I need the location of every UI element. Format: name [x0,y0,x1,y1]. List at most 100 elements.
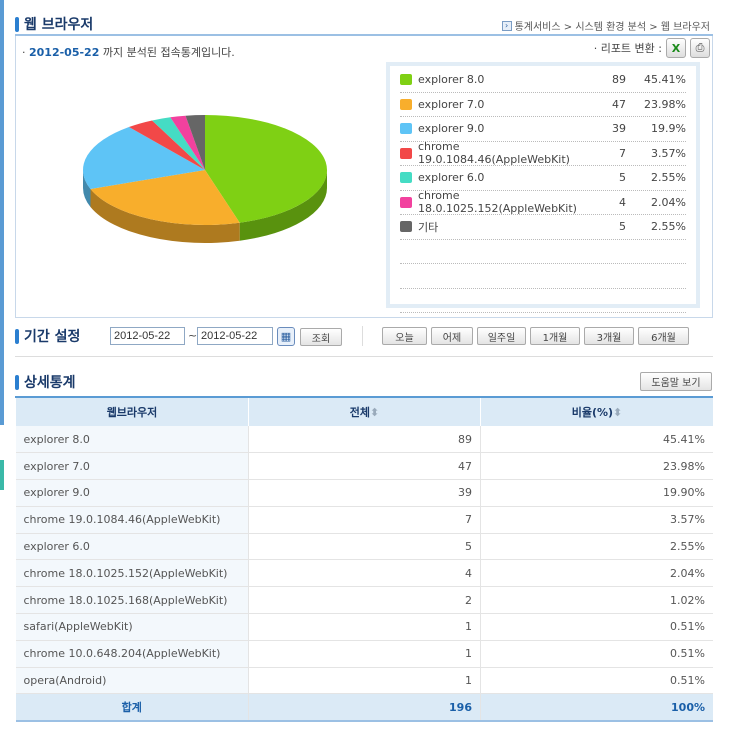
sort-icon[interactable]: ⬍ [370,406,379,419]
legend-item: explorer 8.0 89 45.41% [400,68,686,93]
start-date-input[interactable] [110,327,185,345]
legend-pct: 23.98% [644,97,686,111]
legend-swatch [400,221,412,233]
cell-ratio: 0.51% [480,667,713,695]
cell-browser: explorer 7.0 [15,452,249,481]
report-export: · 리포트 변환 : X ⎙ [594,38,710,58]
legend-pct: 19.9% [651,122,686,136]
detail-title-text: 상세통계 [24,375,76,391]
quick-period-button[interactable]: 어제 [431,327,473,345]
legend-count: 5 [619,171,626,185]
total-label: 합계 [15,693,249,722]
legend-swatch [400,74,412,86]
cell-browser: chrome 19.0.1084.46(AppleWebKit) [15,506,249,534]
cell-total: 1 [248,667,481,695]
legend-name: 기타 [418,220,439,234]
legend-pct: 2.04% [651,195,686,209]
col-total[interactable]: 전체⬍ [248,396,481,426]
cell-total: 1 [248,613,481,641]
sort-icon[interactable]: ⬍ [613,406,622,419]
legend-name: explorer 9.0 [418,122,485,136]
table-row: explorer 8.0 89 45.41% [15,426,713,454]
quick-period-button[interactable]: 오늘 [382,327,427,345]
legend-count: 4 [619,195,626,209]
legend-item: explorer 9.0 39 19.9% [400,117,686,142]
cell-ratio: 1.02% [480,586,713,615]
detail-table: 웹브라우저 전체⬍ 비율(%)⬍ explorer 8.0 89 45.41% exp… [15,396,713,722]
legend-item: chrome 18.0.1025.152(AppleWebKit) 4 2.04% [400,189,686,216]
legend-empty-row [400,240,686,264]
cell-total: 5 [248,533,481,561]
print-icon[interactable]: ⎙ [690,38,710,58]
help-button[interactable]: 도움말 보기 [640,372,712,391]
quick-period-button[interactable]: 6개월 [638,327,689,345]
cell-browser: opera(Android) [15,667,249,695]
analysis-date: 2012-05-22 [29,46,100,59]
legend-name: explorer 6.0 [418,171,485,185]
cell-browser: explorer 8.0 [15,426,249,454]
quick-period-button[interactable]: 일주일 [477,327,526,345]
legend-swatch [400,172,412,184]
period-title-text: 기간 설정 [24,329,81,345]
chart-legend: explorer 8.0 89 45.41% explorer 7.0 4 7 23.98%… [386,62,700,313]
legend-pct: 2.55% [651,220,686,234]
cell-ratio: 23.98% [480,452,713,481]
cell-browser: explorer 6.0 [15,533,249,561]
legend-swatch [400,196,412,208]
end-date-input[interactable] [197,327,273,345]
cell-browser: explorer 9.0 [15,479,249,507]
legend-count: 7 [619,146,626,160]
cell-total: 39 [248,479,481,507]
col-total-label: 전체 [349,406,371,419]
legend-empty-row [400,289,686,313]
cell-total: 7 [248,506,481,534]
legend-swatch [400,123,412,135]
cell-ratio: 0.51% [480,613,713,641]
table-row: chrome 18.0.1025.152(AppleWebKit) 4 2.04% [15,559,713,588]
total-row: 합계 196 100% [15,693,713,722]
cell-ratio: 19.90% [480,479,713,507]
calendar-icon[interactable]: ▦ [277,327,295,346]
cell-ratio: 2.04% [480,559,713,588]
cell-ratio: 45.41% [480,426,713,454]
table-row: explorer 7.0 47 23.98% [15,452,713,481]
legend-name: chrome 18.0.1025.152(AppleWebKit) [418,189,577,216]
table-row: opera(Android) 1 0.51% [15,667,713,695]
quick-period-button[interactable]: 1개월 [530,327,580,345]
period-title: 기간 설정 [15,326,80,346]
divider [362,326,363,346]
cell-ratio: 2.55% [480,533,713,561]
total-ratio: 100% [480,693,713,722]
col-ratio[interactable]: 비율(%)⬍ [480,396,713,426]
legend-pct: 2.55% [651,171,686,185]
report-label: · 리포트 변환 : [593,42,662,55]
quick-period-button[interactable]: 3개월 [584,327,634,345]
table-row: safari(AppleWebKit) 1 0.51% [15,613,713,641]
legend-pct: 3.57% [651,146,686,160]
breadcrumb-text[interactable]: 통계서비스 > 시스템 환경 분석 > 웹 브라우저 [515,18,710,33]
total-count: 196 [248,693,481,722]
date-tilde: ~ [188,329,198,342]
sidebar-edge [0,0,4,425]
divider [15,356,713,357]
table-row: explorer 9.0 39 19.90% [15,479,713,507]
search-button[interactable]: 조회 [300,328,342,346]
page-title-text: 웹 브라우저 [24,17,94,33]
pie-chart [82,115,327,243]
cell-total: 89 [248,426,481,454]
legend-count: 39 [612,122,626,136]
legend-count: 5 [619,220,626,234]
cell-browser: chrome 18.0.1025.152(AppleWebKit) [15,559,249,588]
excel-export-icon[interactable]: X [666,38,686,58]
analysis-suffix: 까지 분석된 접속통계입니다. [102,46,235,59]
table-row: explorer 6.0 5 2.55% [15,533,713,561]
cell-total: 4 [248,559,481,588]
legend-name: explorer 8.0 [418,73,485,87]
legend-swatch [400,98,412,110]
cell-total: 47 [248,452,481,481]
col-ratio-label: 비율(%) [571,406,614,419]
legend-name: explorer 7.0 [418,97,485,111]
breadcrumb: › 통계서비스 > 시스템 환경 분석 > 웹 브라우저 [501,18,710,33]
legend-name: chrome 19.0.1084.46(AppleWebKit) [418,140,570,167]
cell-ratio: 3.57% [480,506,713,534]
